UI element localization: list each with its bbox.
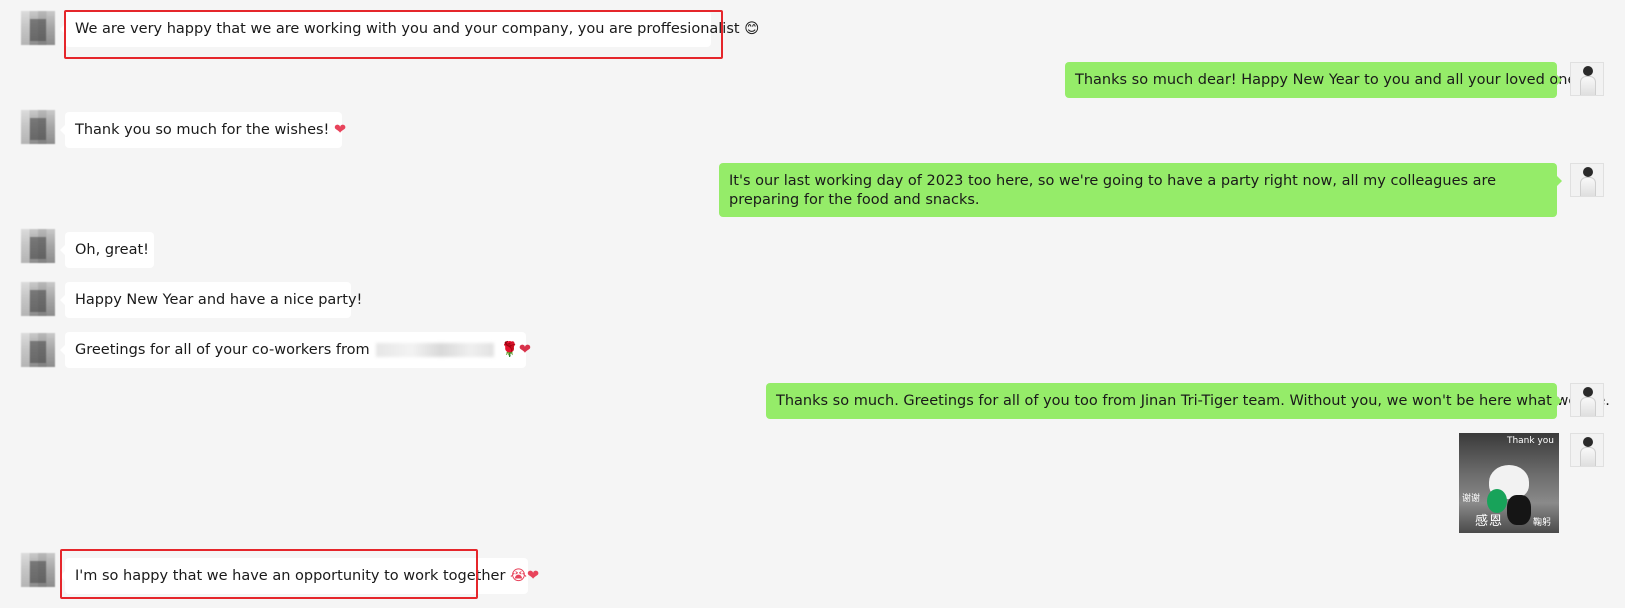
sticker-figure <box>1507 495 1531 525</box>
message-bubble-incoming[interactable]: Greetings for all of your co-workers fro… <box>60 332 531 368</box>
contact-avatar[interactable] <box>21 110 55 144</box>
user-avatar[interactable] <box>1570 383 1604 417</box>
message-text: Greetings for all of your co-workers fro… <box>75 342 370 358</box>
message-text: Thanks so much dear! Happy New Year to y… <box>1075 72 1589 88</box>
thank-you-sticker[interactable]: Thank you 谢谢 感恩 鞠躬 <box>1459 433 1559 533</box>
message-text: Oh, great! <box>75 242 149 258</box>
message-text: It's our last working day of 2023 too he… <box>729 173 1497 208</box>
message-bubble-incoming[interactable]: Thank you so much for the wishes! ❤ <box>60 112 346 148</box>
sticker-caption: 鞠躬 <box>1532 518 1551 528</box>
user-avatar[interactable] <box>1570 62 1604 96</box>
contact-avatar[interactable] <box>21 229 55 263</box>
highlight-box <box>64 10 723 59</box>
message-bubble-outgoing[interactable]: Thanks so much dear! Happy New Year to y… <box>1065 62 1589 98</box>
rose-heart-emoji-icon: 🌹❤ <box>500 342 532 358</box>
sticker-caption: 谢谢 <box>1462 494 1481 504</box>
sticker-caption: Thank you <box>1506 436 1554 446</box>
redacted-name <box>376 343 495 357</box>
message-bubble-incoming[interactable]: Oh, great! <box>60 232 154 268</box>
message-bubble-incoming[interactable]: Happy New Year and have a nice party! <box>60 282 362 318</box>
highlight-box <box>60 549 478 599</box>
crying-heart-emoji-icon: 😭❤ <box>510 568 540 584</box>
user-avatar[interactable] <box>1570 163 1604 197</box>
sticker-caption: 感恩 <box>1475 514 1504 529</box>
message-bubble-outgoing[interactable]: It's our last working day of 2023 too he… <box>719 163 1562 217</box>
message-text: Thank you so much for the wishes! <box>75 122 330 138</box>
contact-avatar[interactable] <box>21 11 55 45</box>
contact-avatar[interactable] <box>21 553 55 587</box>
contact-avatar[interactable] <box>21 333 55 367</box>
heart-emoji-icon: ❤ <box>333 122 347 138</box>
message-bubble-outgoing[interactable]: Thanks so much. Greetings for all of you… <box>766 383 1610 419</box>
message-text: Thanks so much. Greetings for all of you… <box>776 393 1610 409</box>
message-text: Happy New Year and have a nice party! <box>75 292 363 308</box>
user-avatar[interactable] <box>1570 433 1604 467</box>
contact-avatar[interactable] <box>21 282 55 316</box>
smile-emoji-icon: 😊 <box>744 21 760 37</box>
